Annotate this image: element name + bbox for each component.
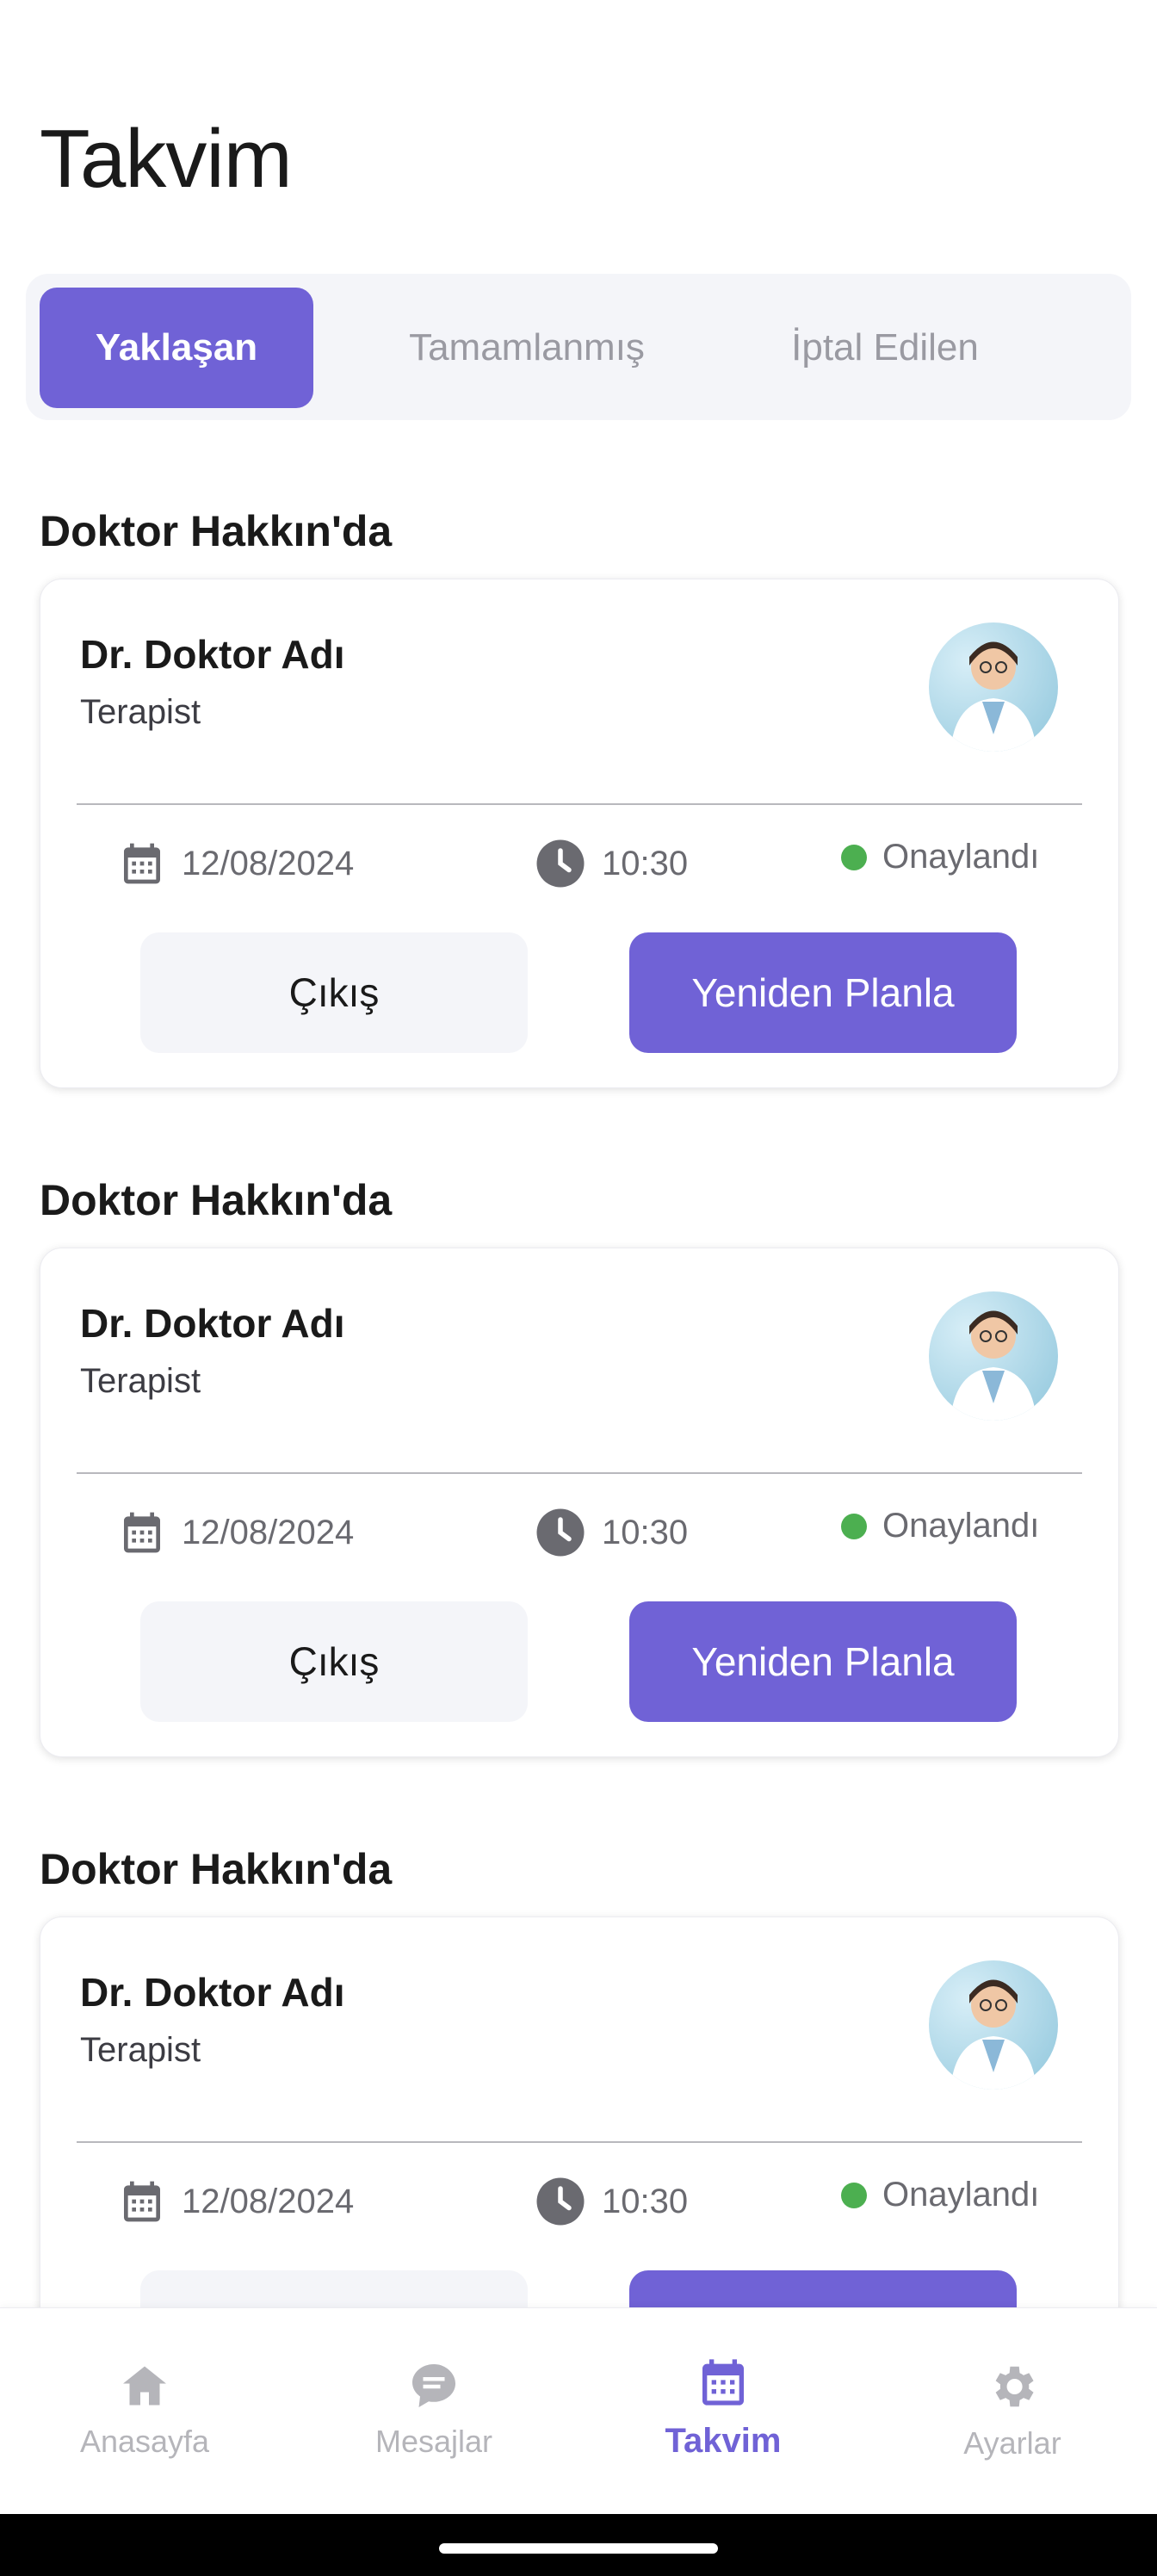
calendar-icon xyxy=(124,2181,160,2222)
reschedule-button[interactable]: Yeniden Planla xyxy=(629,932,1017,1053)
doctor-avatar xyxy=(929,622,1058,752)
tab-cancelled[interactable]: İptal Edilen xyxy=(718,288,1052,408)
doctor-role: Terapist xyxy=(80,1362,201,1400)
nav-item-settings[interactable]: Ayarlar xyxy=(868,2360,1157,2461)
appointment-card: Dr. Doktor Adı Terapist 12/08/2024 10:30… xyxy=(40,1248,1119,1757)
doctor-name: Dr. Doktor Adı xyxy=(80,1301,345,1346)
appointment-time: 10:30 xyxy=(602,844,689,882)
status-badge: Onaylandı xyxy=(841,2176,1039,2214)
tab-bar: Yaklaşan Tamamlanmış İptal Edilen xyxy=(26,274,1131,420)
nav-label: Takvim xyxy=(665,2422,782,2460)
appointment-date: 12/08/2024 xyxy=(182,844,355,882)
time-info: 10:30 xyxy=(535,2176,688,2227)
exit-button[interactable]: Çıkış xyxy=(140,1601,528,1722)
gear-icon xyxy=(995,2366,1034,2407)
status-badge: Onaylandı xyxy=(841,1507,1039,1545)
calendar-icon xyxy=(124,843,160,884)
tab-completed[interactable]: Tamamlanmış xyxy=(334,288,720,408)
date-info: 12/08/2024 xyxy=(118,2176,354,2227)
clock-icon xyxy=(536,1508,585,1557)
nav-label: Anasayfa xyxy=(79,2424,210,2459)
clock-icon xyxy=(536,2177,585,2226)
divider xyxy=(77,1472,1082,1474)
message-icon xyxy=(412,2364,455,2407)
home-icon xyxy=(123,2366,166,2406)
section-title: Doktor Hakkın'da xyxy=(40,1176,393,1224)
nav-item-home[interactable]: Anasayfa xyxy=(0,2360,289,2460)
nav-label: Ayarlar xyxy=(963,2425,1061,2461)
date-info: 12/08/2024 xyxy=(118,1507,354,1558)
appointment-time: 10:30 xyxy=(602,1513,689,1551)
divider xyxy=(77,2141,1082,2143)
section-title: Doktor Hakkın'da xyxy=(40,507,393,555)
doctor-avatar xyxy=(929,1960,1058,2090)
reschedule-button[interactable]: Yeniden Planla xyxy=(629,1601,1017,1722)
tab-upcoming[interactable]: Yaklaşan xyxy=(40,288,313,408)
status-dot xyxy=(841,1513,867,1539)
status-dot xyxy=(841,2182,867,2208)
status-text: Onaylandı xyxy=(882,1507,1040,1545)
calendar-icon xyxy=(702,2359,744,2406)
time-info: 10:30 xyxy=(535,838,688,889)
doctor-avatar xyxy=(929,1291,1058,1421)
section-title: Doktor Hakkın'da xyxy=(40,1845,393,1893)
appointment-date: 12/08/2024 xyxy=(182,1513,355,1551)
status-text: Onaylandı xyxy=(882,2176,1040,2214)
doctor-name: Dr. Doktor Adı xyxy=(80,632,345,677)
status-badge: Onaylandı xyxy=(841,838,1039,876)
appointment-time: 10:30 xyxy=(602,2182,689,2220)
status-dot xyxy=(841,844,867,870)
nav-item-messages[interactable]: Mesajlar xyxy=(289,2360,578,2460)
appointment-card: Dr. Doktor Adı Terapist 12/08/2024 10:30… xyxy=(40,579,1119,1088)
appointment-date: 12/08/2024 xyxy=(182,2182,355,2220)
date-info: 12/08/2024 xyxy=(118,838,354,889)
status-text: Onaylandı xyxy=(882,838,1040,876)
divider xyxy=(77,803,1082,805)
time-info: 10:30 xyxy=(535,1507,688,1558)
bottom-nav: Anasayfa Mesajlar Takvim Ayarlar xyxy=(0,2307,1157,2515)
clock-icon xyxy=(536,839,585,888)
doctor-name: Dr. Doktor Adı xyxy=(80,1970,345,2015)
doctor-role: Terapist xyxy=(80,2031,201,2069)
calendar-icon xyxy=(124,1512,160,1553)
system-nav-bar xyxy=(0,2514,1157,2576)
doctor-role: Terapist xyxy=(80,693,201,731)
nav-item-calendar[interactable]: Takvim xyxy=(578,2355,868,2461)
home-gesture-handle[interactable] xyxy=(439,2543,718,2554)
exit-button[interactable]: Çıkış xyxy=(140,932,528,1053)
nav-label: Mesajlar xyxy=(374,2424,493,2459)
page-title: Takvim xyxy=(40,113,293,205)
